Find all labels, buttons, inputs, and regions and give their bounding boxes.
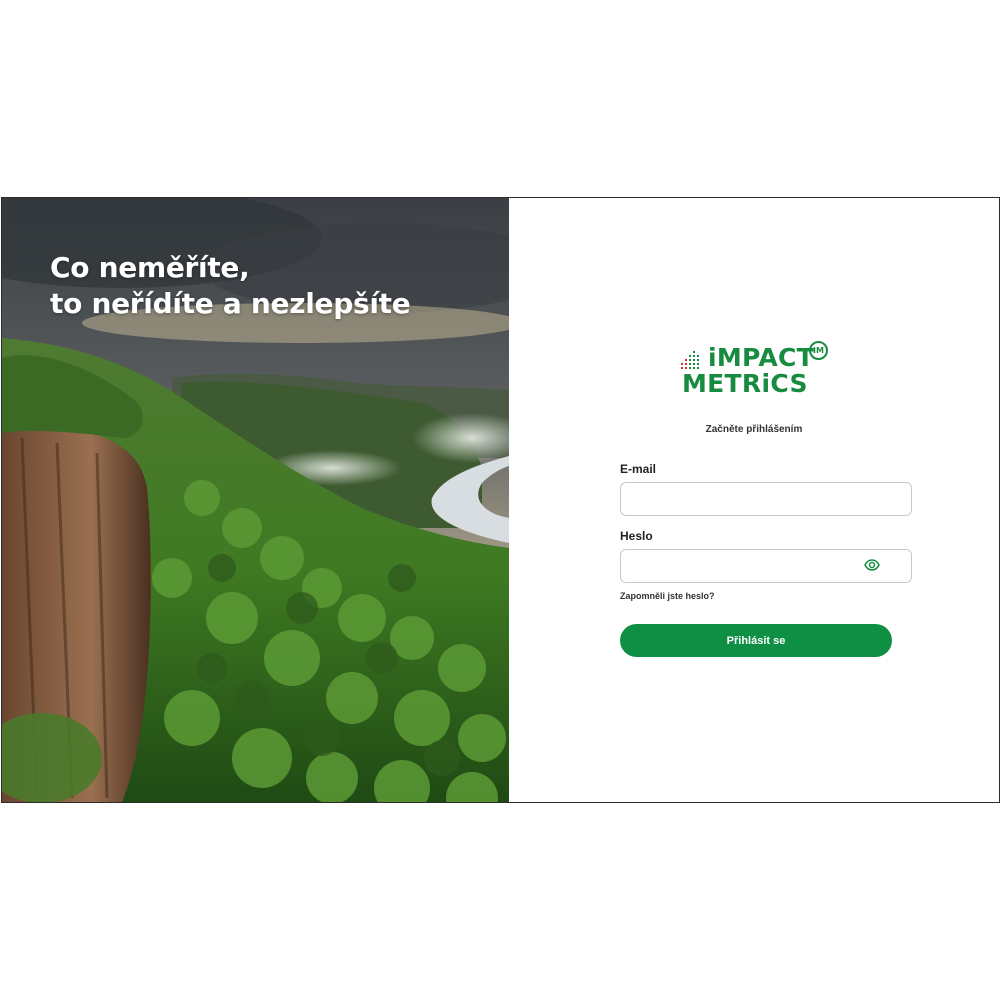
email-field[interactable] — [620, 482, 912, 516]
login-subtitle: Začněte přihlášením — [705, 424, 803, 435]
logo-badge: IM — [809, 341, 828, 360]
bar-chart-logo-icon — [681, 351, 699, 369]
hero-headline: Co neměříte, to neřídíte a nezlepšíte — [50, 250, 411, 322]
email-label: E-mail — [620, 462, 657, 476]
impact-metrics-logo: iMPACT METRiCS IM — [681, 341, 831, 403]
hero-image: Co neměříte, to neřídíte a nezlepšíte — [2, 198, 509, 802]
eye-icon[interactable] — [864, 559, 880, 571]
forgot-password-link[interactable]: Zapomněli jste heslo? — [620, 591, 715, 601]
logo-word-impact: iMPACT — [708, 343, 815, 372]
login-page: Co neměříte, to neřídíte a nezlepšíte iM… — [1, 197, 1000, 803]
password-label: Heslo — [620, 529, 653, 543]
logo-word-metrics: METRiCS — [682, 369, 808, 398]
login-button[interactable]: Přihlásit se — [620, 624, 892, 657]
hero-headline-line2: to neřídíte a nezlepšíte — [50, 287, 411, 320]
login-panel: iMPACT METRiCS IM Začněte přihlášením E-… — [509, 198, 999, 802]
hero-headline-line1: Co neměříte, — [50, 251, 250, 284]
